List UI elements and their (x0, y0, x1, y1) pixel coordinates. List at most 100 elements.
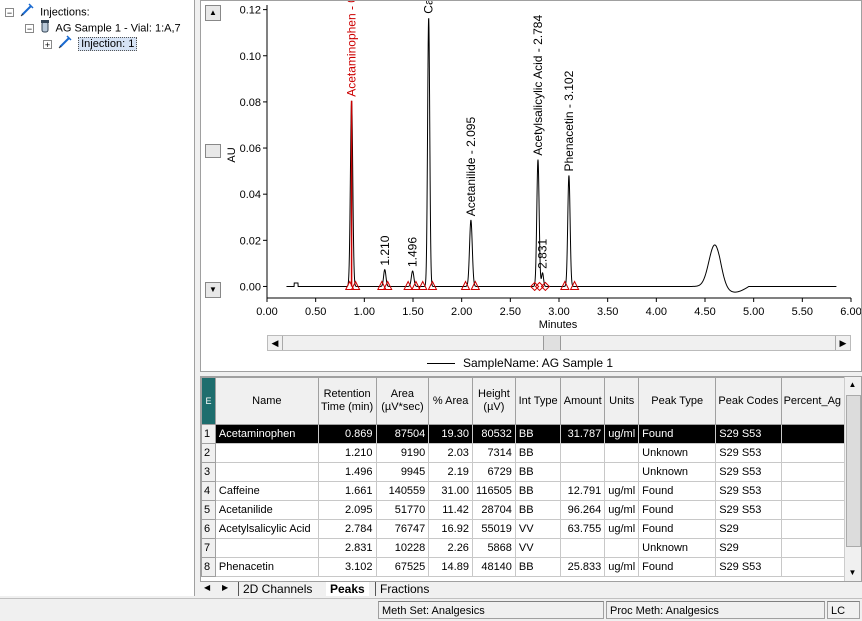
column-header[interactable]: % Area (428, 377, 473, 425)
collapse-icon[interactable]: − (25, 24, 34, 34)
table-cell-int[interactable]: BB (514, 481, 562, 501)
table-cell-pct[interactable]: 2.19 (428, 462, 473, 482)
table-cell-int[interactable]: BB (514, 443, 562, 463)
table-cell-units[interactable]: ug/ml (604, 500, 640, 520)
table-cell-units[interactable]: ug/ml (604, 424, 640, 444)
table-cell-units[interactable] (604, 462, 640, 482)
table-cell-pct[interactable]: 2.03 (428, 443, 473, 463)
table-cell-name[interactable]: Acetaminophen (214, 424, 319, 444)
table-vertical-scrollbar[interactable]: ▲ ▼ (844, 377, 861, 581)
table-cell-codes[interactable]: S29 S53 (715, 557, 782, 577)
table-cell-rt[interactable]: 2.831 (317, 538, 377, 558)
table-cell-codes[interactable]: S29 (715, 519, 782, 539)
table-cell-pct[interactable]: 11.42 (428, 500, 473, 520)
table-row[interactable]: 7 2.831 10228 2.26 5868 VV Unknown S29 (201, 538, 861, 558)
table-cell-amount[interactable]: 25.833 (560, 557, 606, 577)
table-cell-codes[interactable]: S29 S53 (715, 443, 782, 463)
table-cell-area[interactable]: 67525 (375, 557, 430, 577)
tree-injection[interactable]: + Injection: 1 (43, 35, 138, 52)
table-cell-area[interactable]: 87504 (375, 424, 430, 444)
column-header[interactable]: Name (214, 377, 319, 425)
scroll-right-button[interactable]: ▶ (835, 336, 850, 350)
table-cell-amount[interactable] (560, 538, 606, 558)
table-cell-ptype[interactable]: Unknown (638, 443, 717, 463)
table-cell-ptype[interactable]: Found (638, 424, 717, 444)
table-row[interactable]: 1 Acetaminophen 0.869 87504 19.30 80532 BB 31.7… (201, 424, 861, 444)
table-cell-rt[interactable]: 1.496 (317, 462, 377, 482)
table-cell-pct[interactable]: 31.00 (428, 481, 473, 501)
table-cell-area[interactable]: 9945 (375, 462, 430, 482)
horizontal-scrollbar[interactable]: ◀ ▶ (267, 335, 851, 351)
table-cell-ptype[interactable]: Found (638, 557, 717, 577)
table-cell-area[interactable]: 10228 (375, 538, 430, 558)
table-cell-area[interactable]: 76747 (375, 519, 430, 539)
table-cell-ptype[interactable]: Unknown (638, 462, 717, 482)
row-number[interactable]: 6 (201, 519, 216, 539)
table-cell-height[interactable]: 7314 (471, 443, 516, 463)
tab-peaks[interactable]: Peaks (326, 582, 369, 596)
table-cell-name[interactable]: Phenacetin (214, 557, 319, 577)
table-cell-amount[interactable]: 96.264 (560, 500, 606, 520)
table-cell-height[interactable]: 116505 (471, 481, 516, 501)
table-cell-height[interactable]: 28704 (471, 500, 516, 520)
table-cell-pct[interactable]: 14.89 (428, 557, 473, 577)
table-cell-int[interactable]: BB (514, 462, 562, 482)
row-number[interactable]: 4 (201, 481, 216, 501)
table-cell-rt[interactable]: 2.784 (317, 519, 377, 539)
table-cell-amount[interactable]: 31.787 (560, 424, 606, 444)
table-row[interactable]: 5 Acetanilide 2.095 51770 11.42 28704 BB 96.264… (201, 500, 861, 520)
table-cell-rt[interactable]: 0.869 (317, 424, 377, 444)
table-cell-rt[interactable]: 2.095 (317, 500, 377, 520)
collapse-icon[interactable]: − (5, 8, 14, 18)
table-cell-rt[interactable]: 1.661 (317, 481, 377, 501)
scroll-up-button[interactable]: ▲ (845, 377, 860, 393)
column-header[interactable]: Area (µV*sec) (375, 377, 430, 425)
tree-sample[interactable]: − AG Sample 1 - Vial: 1:A,7 (25, 19, 181, 35)
row-number[interactable]: 1 (201, 424, 216, 444)
tab-scroll-right-icon[interactable]: ▶ (222, 583, 228, 592)
table-cell-units[interactable]: ug/ml (604, 557, 640, 577)
column-header[interactable]: Retention Time (min) (317, 377, 377, 425)
table-cell-name[interactable] (214, 443, 319, 463)
table-row[interactable]: 8 Phenacetin 3.102 67525 14.89 48140 BB 25.833 u… (201, 557, 861, 577)
table-cell-pct[interactable]: 19.30 (428, 424, 473, 444)
table-cell-codes[interactable]: S29 S53 (715, 424, 782, 444)
table-cell-codes[interactable]: S29 (715, 538, 782, 558)
table-cell-ptype[interactable]: Found (638, 481, 717, 501)
table-cell-codes[interactable]: S29 S53 (715, 481, 782, 501)
table-cell-height[interactable]: 55019 (471, 519, 516, 539)
table-cell-name[interactable] (214, 538, 319, 558)
tab-2d-channels[interactable]: 2D Channels (238, 582, 316, 596)
row-number[interactable]: 8 (201, 557, 216, 577)
table-cell-amount[interactable] (560, 443, 606, 463)
table-cell-codes[interactable]: S29 S53 (715, 500, 782, 520)
table-cell-ptype[interactable]: Found (638, 519, 717, 539)
table-cell-name[interactable]: Caffeine (214, 481, 319, 501)
row-number[interactable]: 5 (201, 500, 216, 520)
row-number[interactable]: 2 (201, 443, 216, 463)
column-header[interactable]: Amount (560, 377, 606, 425)
table-cell-int[interactable]: VV (514, 519, 562, 539)
column-header[interactable]: Int Type (514, 377, 562, 425)
table-corner-icon[interactable]: E (201, 377, 216, 425)
table-cell-pct[interactable]: 16.92 (428, 519, 473, 539)
table-cell-ptype[interactable]: Found (638, 500, 717, 520)
table-cell-int[interactable]: BB (514, 557, 562, 577)
table-cell-units[interactable]: ug/ml (604, 519, 640, 539)
table-row[interactable]: 2 1.210 9190 2.03 7314 BB Unknown S29 S53 (201, 443, 861, 463)
column-header[interactable]: Height (µV) (471, 377, 516, 425)
table-cell-int[interactable]: BB (514, 500, 562, 520)
row-number[interactable]: 3 (201, 462, 216, 482)
table-cell-name[interactable] (214, 462, 319, 482)
table-cell-area[interactable]: 9190 (375, 443, 430, 463)
tab-scroll-left-icon[interactable]: ◀ (204, 583, 210, 592)
table-cell-amount[interactable] (560, 462, 606, 482)
table-cell-height[interactable]: 80532 (471, 424, 516, 444)
tree-root[interactable]: − Injections: (5, 3, 90, 19)
table-cell-height[interactable]: 48140 (471, 557, 516, 577)
scroll-left-button[interactable]: ◀ (268, 336, 283, 350)
column-header[interactable]: Peak Codes (715, 377, 782, 425)
scroll-down-button[interactable]: ▼ (845, 565, 860, 581)
column-header[interactable]: Peak Type (638, 377, 717, 425)
table-scroll-thumb[interactable] (846, 395, 861, 547)
